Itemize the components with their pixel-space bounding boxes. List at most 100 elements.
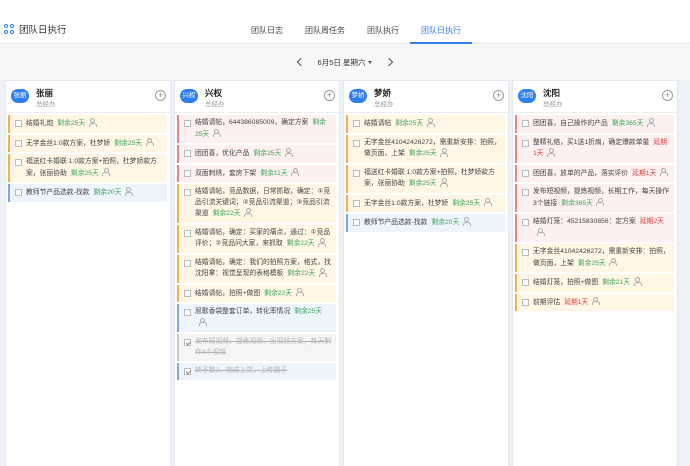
task-card[interactable]: 结婚请帖，确定：买家的痛点，通过：①竞品评价；②竞品问大家，来抓取 剩余22天 — [177, 224, 336, 253]
task-checkbox[interactable] — [184, 150, 191, 157]
task-remaining: 剩余22天 — [287, 270, 316, 277]
next-day-icon[interactable] — [385, 57, 394, 67]
task-checkbox[interactable] — [184, 259, 191, 267]
assignee-icon — [547, 148, 556, 157]
task-remaining: 剩余25天 — [408, 150, 437, 157]
task-remaining: 剩余25天 — [114, 139, 143, 147]
task-card[interactable]: 无字金丝41042426272，需重新安排：拍照，做页面，上架 剩余25天 — [346, 134, 505, 163]
assignee-icon — [596, 197, 605, 206]
add-task-button[interactable]: + — [493, 90, 504, 101]
add-task-button[interactable]: + — [662, 90, 673, 101]
task-checkbox[interactable] — [184, 368, 191, 375]
assignee-icon — [318, 268, 327, 277]
assignee-icon — [291, 167, 300, 176]
assignee-icon — [591, 296, 600, 305]
task-remaining: 剩余22天 — [212, 210, 241, 217]
task-card[interactable]: 结婚请帖，拍照+做图 剩余22天 — [177, 284, 336, 302]
task-card[interactable]: 发布短视频，提炼视频、出视频方案，每天制作3个视频 — [177, 334, 336, 361]
tab-team-weekly-tasks[interactable]: 团队周任务 — [294, 16, 356, 44]
task-card[interactable]: 结婚灯笼：45215830856：定方案 延期2天 — [515, 214, 674, 242]
task-card[interactable]: 结婚灯笼，拍照+做图 剩余21天 — [515, 274, 674, 292]
task-checkbox[interactable] — [184, 169, 191, 177]
assignee-icon — [295, 287, 304, 296]
task-checkbox[interactable] — [15, 189, 22, 196]
app-title-text: 团队日执行 — [19, 25, 67, 36]
task-card[interactable]: 教师节产品选款-找款 剩余20天 — [346, 214, 505, 232]
task-checkbox[interactable] — [15, 120, 22, 127]
task-checkbox[interactable] — [184, 229, 191, 237]
task-checkbox[interactable] — [184, 189, 191, 196]
task-checkbox[interactable] — [353, 219, 360, 226]
task-checkbox[interactable] — [353, 169, 360, 177]
column-header: 沈阳 沈阳 总经办 + — [513, 81, 677, 113]
task-text: 结婚请帖 — [364, 120, 392, 127]
task-card[interactable]: 结婚礼炮 剩余25天 — [8, 115, 167, 133]
task-checkbox[interactable] — [184, 309, 191, 316]
task-card[interactable]: 双面刺绣，套房下架 剩余11天 — [177, 164, 336, 182]
task-card[interactable]: 结婚请帖，确定：我们的拍照方案，格式，找沈阳拿：视觉呈现的表格模板 剩余22天 — [177, 254, 336, 283]
task-card[interactable]: 结婚请帖 剩余25天 — [346, 115, 505, 133]
task-card[interactable]: 屈歌香袋整套订单，转化率情况 剩余25天 — [177, 304, 336, 332]
task-card[interactable]: 转子数2，完成上架，上传圆子 — [177, 363, 336, 380]
tab-team-log[interactable]: 团队日志 — [240, 16, 294, 44]
caret-down-icon — [368, 60, 373, 64]
task-checkbox[interactable] — [522, 298, 529, 306]
task-remaining: 剩余25天 — [577, 259, 606, 267]
add-task-button[interactable]: + — [155, 90, 166, 101]
task-card[interactable]: 无字金丝1:0款方案，杜梦娇 剩余25天 — [346, 194, 505, 212]
task-remaining: 延期1天 — [632, 169, 657, 177]
task-card[interactable]: 团团喜，优化产品 剩余25天 — [177, 145, 336, 163]
member-column: 张丽 张丽 总经办 + 结婚礼炮 剩余25天 无字金丝1:0款方案，杜梦娇 剩余25天福送红卡… — [5, 80, 171, 466]
assignee-icon — [440, 178, 449, 187]
task-card[interactable]: 无字金丝41042426272，需重新安排：拍照，做页面，上架 剩余25天 — [515, 244, 674, 272]
task-remaining: 剩余20天 — [431, 219, 460, 226]
tab-team-daily-execution[interactable]: 团队日执行 — [410, 16, 472, 44]
assignee-icon — [609, 257, 618, 266]
task-card[interactable]: 发布短视频，提炼视频，长期工作，每天操作3个链接 剩余365天 — [515, 184, 674, 212]
task-remaining: 剩余25天 — [395, 120, 424, 127]
task-card[interactable]: 无字金丝1:0款方案，杜梦娇 剩余25天 — [8, 134, 167, 152]
date-selector[interactable]: 6月5日 星期六 — [318, 57, 373, 68]
task-text: 团团喜，优化产品 — [195, 150, 250, 157]
task-checkbox[interactable] — [184, 339, 191, 346]
task-checkbox[interactable] — [522, 219, 529, 226]
task-checkbox[interactable] — [15, 159, 22, 166]
task-card[interactable]: 福送红卡婚联 1:0款方案+拍照，杜梦娇款方案，张丽协助 剩余25天 — [346, 164, 505, 193]
task-checkbox[interactable] — [353, 139, 360, 147]
task-card[interactable]: 教师节产品选款-找款 剩余20天 — [8, 184, 167, 202]
assignee-icon — [124, 187, 133, 196]
avatar: 张丽 — [11, 89, 29, 103]
task-text: 屈歌香袋整套订单，转化率情况 — [195, 308, 291, 315]
task-card[interactable]: 团团喜，自己操作的产品 剩余365天 — [515, 115, 674, 133]
task-text: 结婚灯笼，拍照+做图 — [533, 279, 599, 286]
add-task-button[interactable]: + — [324, 90, 335, 101]
task-checkbox[interactable] — [353, 120, 360, 127]
member-column: 沈阳 沈阳 总经办 + 团团喜，自己操作的产品 剩余365天 整精礼络，买1送1折扇，确定爆… — [512, 80, 678, 466]
assignee-icon — [318, 238, 327, 247]
task-card[interactable]: 福送红卡婚联 1:0款方案+拍照，杜梦娇款方案，张丽协助 剩余25天 — [8, 154, 167, 182]
task-checkbox[interactable] — [522, 169, 529, 177]
task-text: 整精礼络，买1送1折扇，确定爆款单量 — [533, 138, 650, 146]
task-checkbox[interactable] — [15, 139, 22, 147]
task-card[interactable]: 结婚请帖，644386085009，确定方案 剩余25天 — [177, 115, 336, 143]
task-card[interactable]: 结婚请帖，竞品数据，日常抓取，确定：①竞品引流关键词；②竞品引流渠道；③竞品引流… — [177, 184, 336, 223]
task-checkbox[interactable] — [522, 139, 529, 147]
column-header: 兴权 兴权 总经办 + — [175, 81, 339, 113]
task-checkbox[interactable] — [353, 199, 360, 207]
task-card[interactable]: 整精礼络，买1送1折扇，确定爆款单量 延期1天 — [515, 134, 674, 163]
task-checkbox[interactable] — [522, 120, 529, 127]
task-checkbox[interactable] — [522, 189, 529, 196]
task-card[interactable]: 前期评估 延期1天 — [515, 293, 674, 311]
task-card[interactable]: 团团喜，放单的产品，落实评价 延期1天 — [515, 164, 674, 182]
task-checkbox[interactable] — [522, 279, 529, 286]
date-label: 6月5日 星期六 — [317, 57, 366, 67]
column-header: 张丽 张丽 总经办 + — [6, 81, 170, 113]
task-text: 前期评估 — [533, 298, 561, 306]
task-checkbox[interactable] — [522, 249, 529, 256]
date-navigator: 6月5日 星期六 — [0, 44, 690, 80]
prev-day-icon[interactable] — [296, 57, 305, 67]
task-checkbox[interactable] — [184, 289, 191, 297]
assignee-icon — [198, 317, 207, 326]
tab-team-execution[interactable]: 团队执行 — [356, 16, 410, 44]
task-checkbox[interactable] — [184, 120, 191, 127]
